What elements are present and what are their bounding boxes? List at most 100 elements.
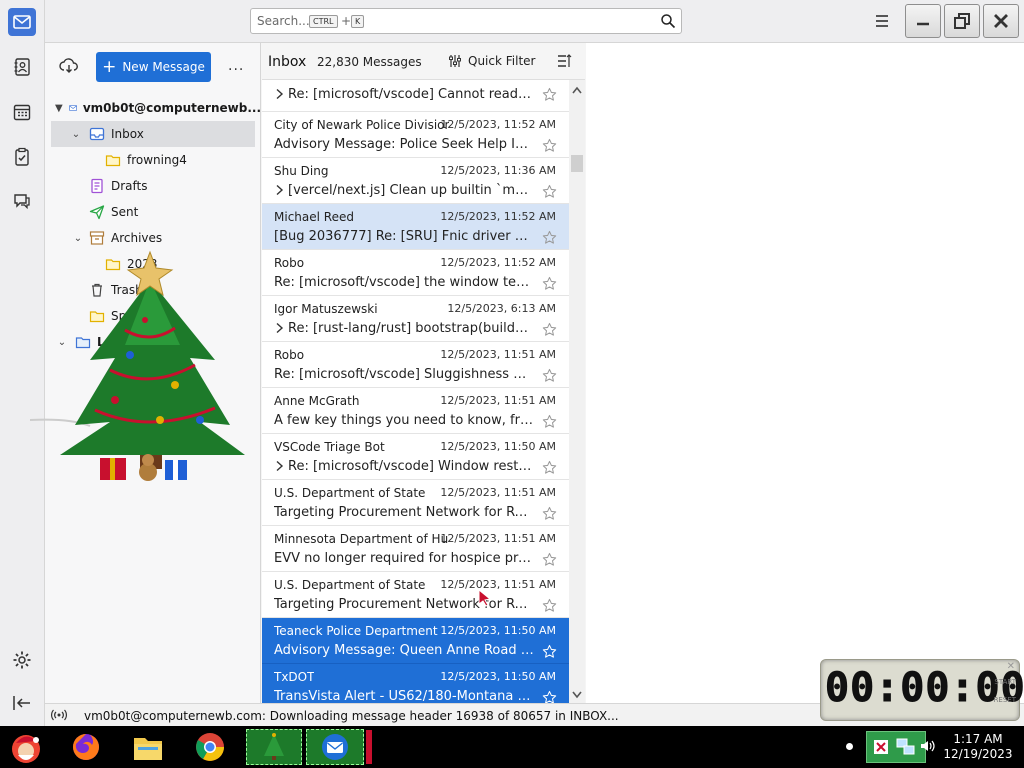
thread-expand-icon[interactable] [274,460,284,472]
message-date: 12/5/2023, 11:50 AM [440,440,556,453]
folder-frowning4[interactable]: frowning4 [99,147,187,173]
get-messages-icon[interactable] [59,56,79,76]
start-button[interactable] [6,729,46,765]
star-icon[interactable] [542,552,557,567]
message-subject: Targeting Procurement Network for Russia… [274,597,534,612]
timer-reset-label[interactable]: RESET [994,696,1016,704]
message-row[interactable]: U.S. Department of State 12/5/2023, 11:51… [262,572,569,618]
tray-dot [846,743,853,750]
message-row[interactable]: Re: [microsoft/vscode] Cannot read pro..… [262,80,569,112]
star-icon[interactable] [542,87,557,102]
message-list-scrollbar[interactable] [569,80,585,703]
search-input[interactable]: Search... CTRL + K [250,8,682,34]
collapse-spaces-icon[interactable] [12,694,32,712]
close-button[interactable] [983,4,1019,38]
star-icon[interactable] [542,460,557,475]
message-sender: Robo [274,348,305,362]
archive-icon [89,231,105,245]
star-icon[interactable] [542,184,557,199]
inbox-icon [89,127,105,141]
plus-icon: + [102,57,117,77]
chat-icon[interactable] [8,187,36,215]
message-date: 12/5/2023, 11:51 AM [440,578,556,591]
star-icon[interactable] [542,644,557,659]
network-icon[interactable] [895,737,917,757]
star-icon[interactable] [542,506,557,521]
scroll-up-icon[interactable] [572,86,582,94]
star-icon[interactable] [542,230,557,245]
thunderbird-taskbar-button[interactable] [306,729,364,765]
tasks-icon[interactable] [8,143,36,171]
address-book-icon[interactable] [8,53,36,81]
stopwatch-widget[interactable]: ✕ 00:00:00 START RESET [820,659,1024,721]
security-warning-icon[interactable] [873,738,891,756]
chrome-taskbar-button[interactable] [190,729,230,765]
folder-pane-more-button[interactable]: ... [228,58,244,74]
message-row[interactable]: Teaneck Police Department 12/5/2023, 11:5… [262,618,569,664]
scroll-down-icon[interactable] [572,691,582,699]
star-icon[interactable] [542,598,557,613]
star-icon[interactable] [542,138,557,153]
message-row[interactable]: Shu Ding 12/5/2023, 11:36 AM [vercel/next.… [262,158,569,204]
message-subject: Re: [microsoft/vscode] Window restores..… [288,459,534,474]
list-display-options-icon[interactable] [556,53,572,69]
message-row[interactable]: TxDOT 12/5/2023, 11:50 AM TransVista Alert… [262,664,569,703]
star-icon[interactable] [542,368,557,383]
taskbar-clock[interactable]: 1:17 AM 12/19/2023 [940,732,1016,762]
folder-archives[interactable]: ⌄ Archives [71,225,162,251]
filter-icon [449,55,461,67]
system-tray [866,731,926,763]
folder-label: frowning4 [127,153,187,167]
message-row[interactable]: Minnesota Department of Hu... 12/5/2023, … [262,526,569,572]
message-row[interactable]: VSCode Triage Bot 12/5/2023, 11:50 AM Re: … [262,434,569,480]
calendar-icon[interactable] [8,98,36,126]
search-icon[interactable] [660,13,676,29]
folder-drafts[interactable]: Drafts [83,173,148,199]
message-subject: Re: [microsoft/vscode] Sluggishness whil… [274,367,534,382]
message-row[interactable]: Anne McGrath 12/5/2023, 11:51 AM A few key… [262,388,569,434]
scroll-thumb[interactable] [571,155,583,172]
mail-space-icon[interactable] [8,8,36,36]
settings-gear-icon[interactable] [12,650,32,670]
clock-time: 1:17 AM [953,732,1003,746]
quick-filter-label: Quick Filter [468,54,536,68]
thunderbird-window: Search... CTRL + K + New Message ... ▼ v… [0,0,1024,726]
xmas-tree-taskbar-button[interactable] [246,729,302,765]
chrome-icon [196,733,224,761]
status-text: vm0b0t@computernewb.com: Downloading mes… [84,709,619,723]
account-row[interactable]: ▼ vm0b0t@computernewb... [55,95,261,121]
star-icon[interactable] [542,690,557,703]
message-row[interactable]: U.S. Department of State 12/5/2023, 11:51… [262,480,569,526]
star-icon[interactable] [542,276,557,291]
message-rows: Re: [microsoft/vscode] Cannot read pro..… [262,80,569,703]
thread-expand-icon[interactable] [274,322,284,334]
restore-button[interactable] [944,4,980,38]
folder-inbox[interactable]: ⌄ Inbox [51,121,255,147]
folder-sent[interactable]: Sent [83,199,138,225]
clock-date: 12/19/2023 [943,747,1013,761]
thread-expand-icon[interactable] [274,88,284,100]
key-plus: + [341,14,352,28]
file-explorer-taskbar-button[interactable] [128,729,168,765]
firefox-taskbar-button[interactable] [66,729,106,765]
minimize-button[interactable] [905,4,941,38]
timer-digits: 00:00:00 [825,665,1024,712]
message-sender: U.S. Department of State [274,486,426,500]
star-icon[interactable] [542,414,557,429]
message-sender: Anne McGrath [274,394,360,408]
app-menu-icon[interactable] [873,12,891,30]
thread-expand-icon[interactable] [274,184,284,196]
message-row[interactable]: Michael Reed 12/5/2023, 11:52 AM [Bug 2036… [262,204,569,250]
star-icon[interactable] [542,322,557,337]
message-row[interactable]: Robo 12/5/2023, 11:51 AM Re: [microsoft/vs… [262,342,569,388]
quick-filter-button[interactable]: Quick Filter [448,54,535,68]
title-bar: Search... CTRL + K [45,0,1024,43]
message-row[interactable]: Igor Matuszewski 12/5/2023, 6:13 AM Re: [r… [262,296,569,342]
message-sender: Teaneck Police Department [274,624,438,638]
new-message-button[interactable]: + New Message [96,52,211,82]
folder-label: Sent [111,205,139,219]
volume-icon[interactable] [919,739,935,753]
message-row[interactable]: Robo 12/5/2023, 11:52 AM Re: [microsoft/vs… [262,250,569,296]
timer-start-label[interactable]: START [994,678,1016,686]
message-row[interactable]: City of Newark Police Division 12/5/2023,… [262,112,569,158]
